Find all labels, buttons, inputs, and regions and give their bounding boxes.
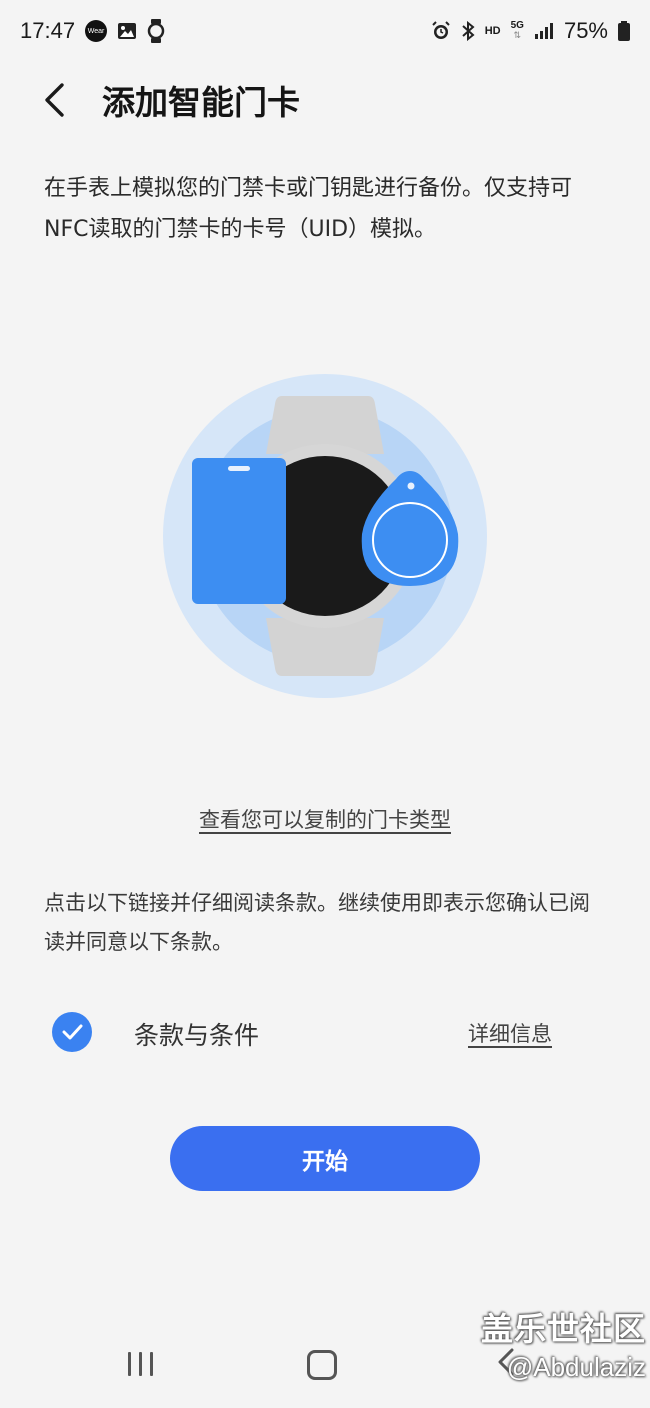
page-title: 添加智能门卡 [102, 83, 300, 122]
status-time: 17:47 [20, 18, 76, 43]
status-bar: 17:47 Wear HD 5G ⇅ 75% [0, 0, 650, 62]
start-button[interactable]: 开始 [170, 1126, 480, 1191]
alarm-icon [431, 21, 451, 41]
bluetooth-icon [461, 21, 475, 41]
terms-row: 条款与条件 详细信息 [52, 1008, 592, 1056]
smart-card-illustration [162, 358, 488, 702]
status-right: HD 5G ⇅ 75% [431, 18, 630, 44]
check-icon [62, 1024, 83, 1040]
back-button[interactable] [26, 70, 86, 130]
header: 添加智能门卡 [0, 62, 650, 138]
battery-percent: 75% [563, 18, 608, 43]
terms-checkbox[interactable] [52, 1012, 92, 1052]
watermark-brand: 盖乐世社区 [480, 1310, 646, 1348]
network-label: 5G [510, 20, 524, 31]
watermark-user: @Abdulaziz [506, 1352, 646, 1382]
data-arrows-icon: ⇅ [513, 31, 522, 41]
hd-icon: HD [484, 25, 501, 37]
recents-button[interactable] [124, 1348, 158, 1380]
home-button[interactable] [307, 1350, 337, 1380]
terms-description: 点击以下链接并仔细阅读条款。继续使用即表示您确认已阅读并同意以下条款。 [44, 891, 590, 954]
wear-icon: Wear [85, 20, 108, 42]
status-left: 17:47 Wear [20, 18, 165, 44]
battery-icon [618, 21, 630, 41]
card-types-link[interactable]: 查看您可以复制的门卡类型 [0, 804, 650, 834]
details-link[interactable]: 详细信息 [468, 1018, 552, 1048]
terms-label: 条款与条件 [134, 1021, 260, 1050]
signal-icon [534, 22, 554, 40]
watch-icon [147, 19, 165, 43]
access-card [192, 458, 286, 604]
watermark: 盖乐世社区 @Abdulaziz [450, 1304, 646, 1383]
5g-icon: 5G ⇅ [510, 20, 524, 42]
gallery-icon [117, 21, 137, 41]
chevron-left-icon [45, 83, 64, 117]
description-text: 在手表上模拟您的门禁卡或门钥匙进行备份。仅支持可NFC读取的门禁卡的卡号（UID… [44, 176, 573, 242]
